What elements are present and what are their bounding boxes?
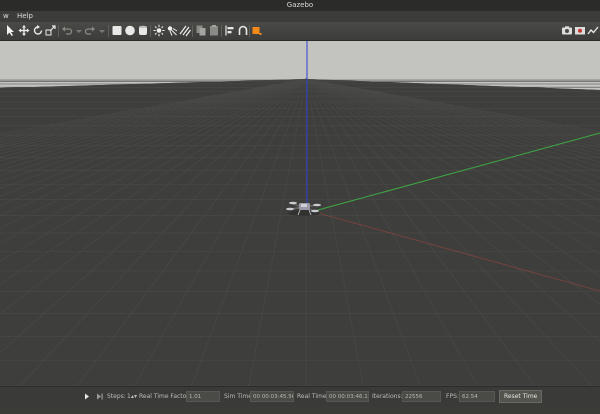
real-time-factor-label: Real Time Factor: xyxy=(139,393,191,400)
directional-light-icon[interactable] xyxy=(179,24,191,37)
real-time-factor-field: 1.01 xyxy=(186,391,220,402)
toolbar-separator xyxy=(221,25,222,37)
scene-canvas[interactable] xyxy=(0,41,600,386)
drone-rotor xyxy=(311,209,319,213)
steps-label: Steps: xyxy=(107,393,126,400)
box-icon[interactable] xyxy=(111,24,123,37)
toolbar-separator xyxy=(108,25,109,37)
iterations-field: 22556 xyxy=(402,391,441,402)
copy-icon[interactable] xyxy=(195,24,207,37)
real-time-field: 00 00:03:46.141 xyxy=(326,391,369,402)
menu-bar: w Help xyxy=(0,11,600,22)
fps-field: 62.54 xyxy=(459,391,495,402)
point-light-icon[interactable] xyxy=(153,24,165,37)
redo-icon[interactable] xyxy=(84,24,96,37)
window-title-bar: Gazebo xyxy=(0,0,600,11)
drone-rotor xyxy=(313,203,321,207)
sphere-icon[interactable] xyxy=(124,24,136,37)
scale-icon[interactable] xyxy=(45,24,57,37)
undo-icon[interactable] xyxy=(61,24,73,37)
toolbar-separator xyxy=(249,25,250,37)
plot-icon[interactable] xyxy=(587,24,599,37)
select-arrow-icon[interactable] xyxy=(4,24,16,37)
toolbar-separator xyxy=(150,25,151,37)
drone-rotor xyxy=(286,207,294,211)
translate-icon[interactable] xyxy=(18,24,30,37)
3d-viewport[interactable] xyxy=(0,41,600,386)
window-title: Gazebo xyxy=(286,1,314,9)
toolbar-separator xyxy=(192,25,193,37)
fps-label: FPS: xyxy=(446,393,459,400)
screenshot-icon[interactable] xyxy=(561,24,573,37)
redo-dropdown-icon[interactable] xyxy=(96,24,108,37)
orange-marker-icon[interactable] xyxy=(251,24,263,37)
rotate-icon[interactable] xyxy=(32,24,44,37)
iterations-label: Iterations: xyxy=(372,393,403,400)
cylinder-icon[interactable] xyxy=(137,24,149,37)
steps-stepper-icon[interactable]: ▴▾ xyxy=(131,387,137,406)
toolbar xyxy=(0,22,600,41)
real-time-label: Real Time: xyxy=(297,393,329,400)
menu-item-window[interactable]: w xyxy=(0,11,12,22)
sim-time-field: 00 00:03:45.560 xyxy=(250,391,294,402)
drone-rotor xyxy=(289,201,297,205)
reset-time-button[interactable]: Reset Time xyxy=(499,390,543,403)
spot-light-icon[interactable] xyxy=(166,24,178,37)
toolbar-separator xyxy=(58,25,59,37)
align-icon[interactable] xyxy=(224,24,236,37)
status-bar: Steps: 1 ▴▾ Real Time Factor: 1.01 Sim T… xyxy=(0,386,600,406)
step-icon[interactable] xyxy=(96,387,104,406)
drone-top-plate xyxy=(301,204,307,207)
snap-icon[interactable] xyxy=(237,24,249,37)
menu-item-help[interactable]: Help xyxy=(14,11,36,22)
play-icon[interactable] xyxy=(84,387,90,406)
record-icon[interactable] xyxy=(574,24,586,37)
paste-icon[interactable] xyxy=(208,24,220,37)
